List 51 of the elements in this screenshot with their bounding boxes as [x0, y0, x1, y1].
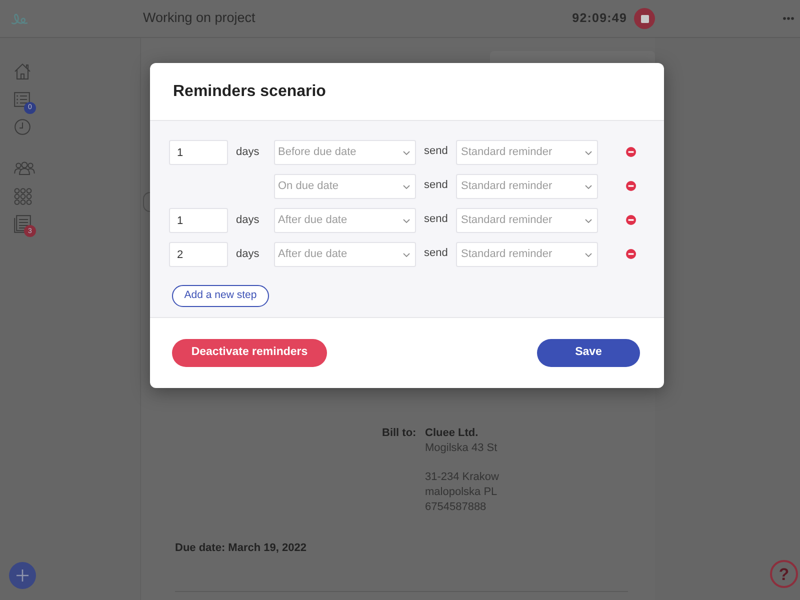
days-label: days: [236, 213, 260, 228]
remove-icon[interactable]: [626, 146, 636, 156]
timing-select[interactable]: After due date: [274, 208, 416, 233]
remove-icon[interactable]: [626, 248, 636, 258]
send-label: send: [424, 246, 448, 262]
clock-icon[interactable]: [14, 119, 31, 135]
chevron-down-icon: [403, 218, 410, 222]
list-icon[interactable]: [14, 92, 30, 106]
send-label: send: [424, 212, 448, 228]
people-icon[interactable]: [14, 161, 35, 175]
home-icon[interactable]: [14, 62, 31, 80]
days-label: days: [236, 247, 260, 262]
days-input[interactable]: 1: [169, 208, 228, 233]
timer: 92:09:49: [572, 10, 627, 28]
reminder-select[interactable]: Standard reminder: [456, 208, 598, 233]
stop-icon: [640, 14, 648, 22]
due-date: Due date: March 19, 2022: [175, 541, 306, 556]
more-icon[interactable]: [783, 17, 794, 20]
days-input[interactable]: 1: [169, 140, 228, 165]
days-input[interactable]: 2: [169, 242, 228, 267]
send-label: send: [424, 178, 448, 194]
chevron-down-icon: [585, 184, 592, 188]
chevron-down-icon: [403, 150, 410, 154]
grid-icon[interactable]: [14, 188, 32, 204]
save-button[interactable]: Save: [537, 339, 640, 367]
deactivate-button[interactable]: Deactivate reminders: [172, 339, 327, 367]
chevron-down-icon: [403, 252, 410, 256]
reminder-select[interactable]: Standard reminder: [456, 174, 598, 199]
reminder-select[interactable]: Standard reminder: [456, 242, 598, 267]
chevron-down-icon: [403, 184, 410, 188]
stop-button[interactable]: [634, 8, 655, 29]
help-button[interactable]: ?: [770, 560, 798, 588]
bill-to-label: Bill to:: [382, 426, 418, 441]
send-label: send: [424, 144, 448, 160]
timing-select[interactable]: After due date: [274, 242, 416, 267]
timing-select[interactable]: Before due date: [274, 140, 416, 165]
reminder-select[interactable]: Standard reminder: [456, 140, 598, 165]
timing-select[interactable]: On due date: [274, 174, 416, 199]
chevron-down-icon: [585, 252, 592, 256]
remove-icon[interactable]: [626, 180, 636, 190]
dialog-title: Reminders scenario: [173, 82, 326, 102]
days-label: days: [236, 145, 260, 160]
add-step-button[interactable]: Add a new step: [172, 285, 269, 307]
add-button[interactable]: [9, 562, 36, 589]
client-name: Cluee Ltd.: [425, 426, 480, 441]
page-title: Working on project: [142, 9, 256, 28]
plus-icon: [16, 569, 29, 582]
remove-icon[interactable]: [626, 214, 636, 224]
chevron-down-icon: [585, 218, 592, 222]
chevron-down-icon: [585, 150, 592, 154]
document-icon[interactable]: [14, 215, 31, 233]
